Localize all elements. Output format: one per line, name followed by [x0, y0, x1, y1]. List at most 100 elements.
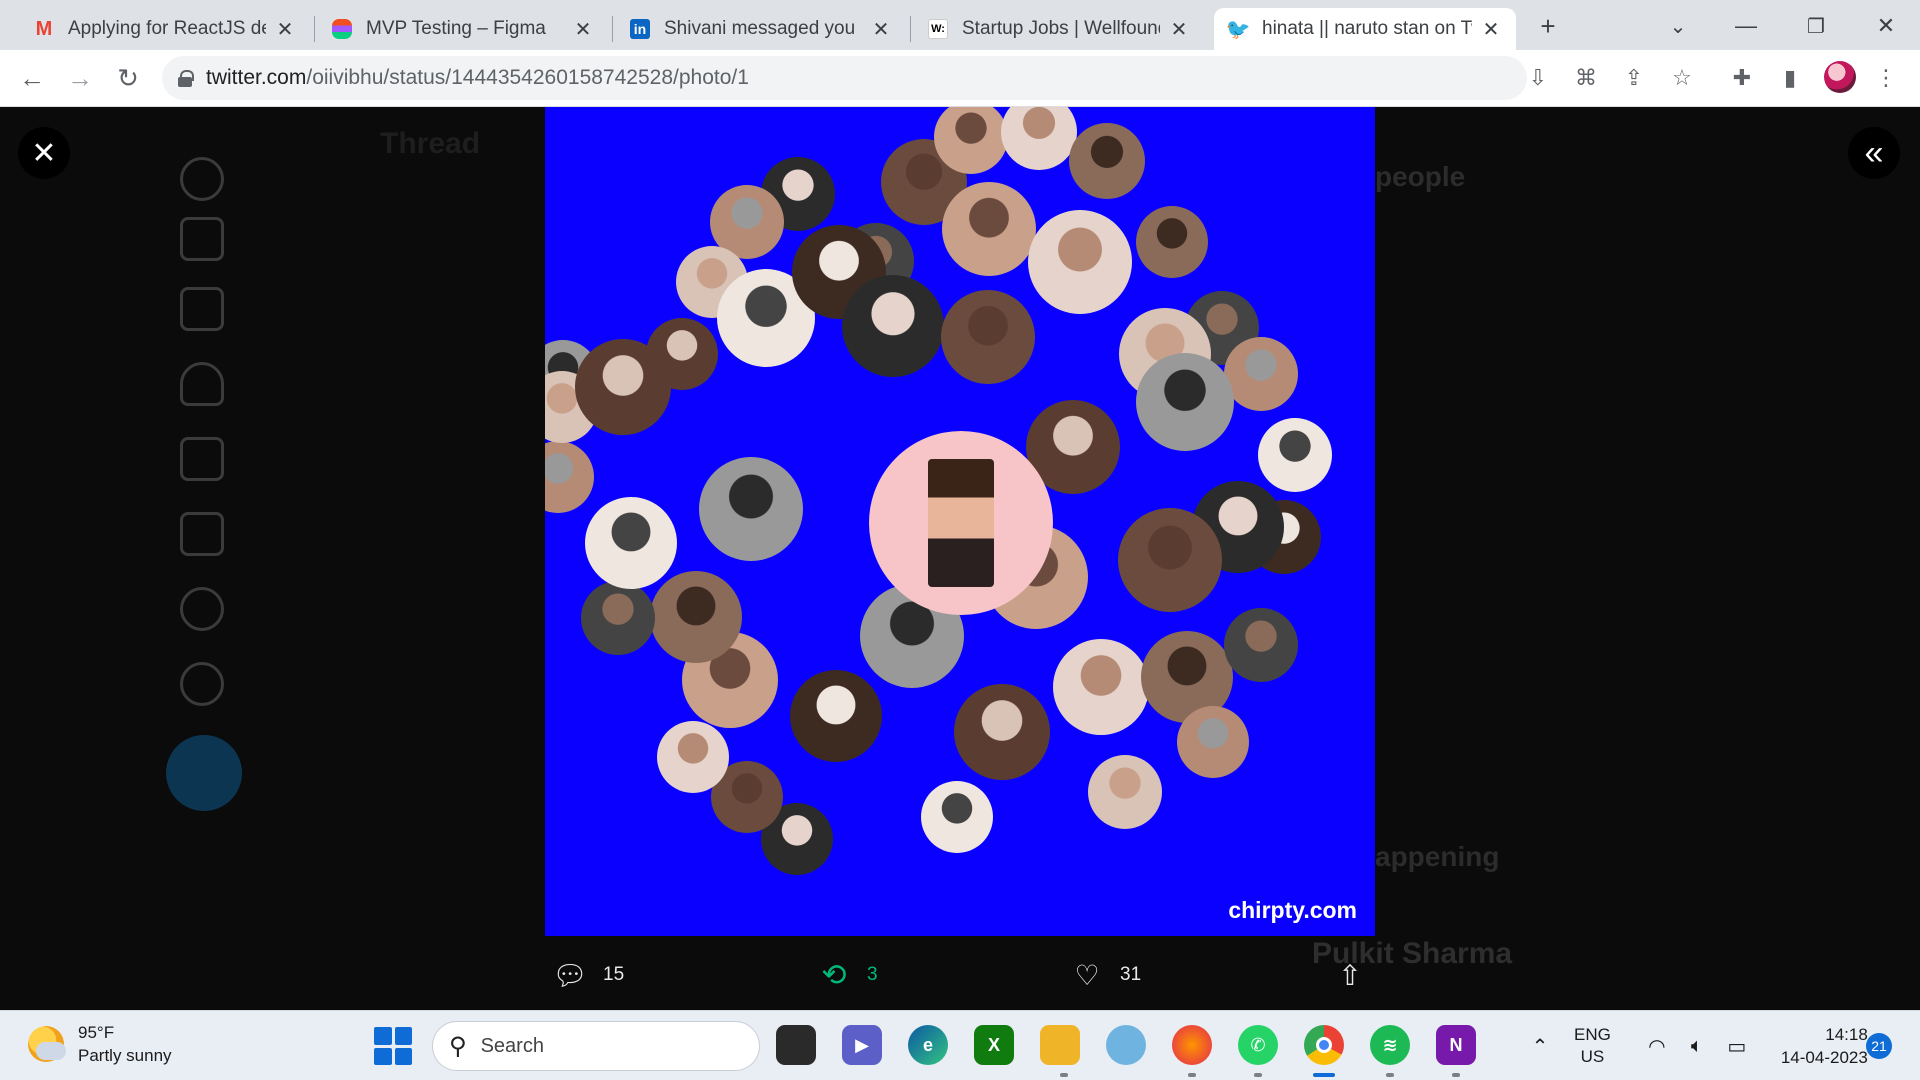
reply-button[interactable]: 💬︎ 15 [552, 950, 624, 1000]
forward-button[interactable]: → [62, 60, 98, 96]
spotify-icon[interactable]: ≋ [1370, 1025, 1410, 1065]
taskbar-search[interactable]: ⚲ Search [432, 1021, 760, 1071]
running-indicator [1452, 1073, 1460, 1077]
avatar-bubble [585, 497, 677, 589]
volume-icon[interactable]: 🔈︎ [1683, 1032, 1711, 1060]
avatar-bubble [790, 670, 882, 762]
bg-thread-title: Thread [380, 127, 481, 160]
battery-icon[interactable]: ▭ [1723, 1032, 1751, 1060]
search-placeholder: Search [480, 1034, 544, 1057]
language-indicator[interactable]: ENG US [1574, 1024, 1611, 1068]
whatsapp-icon[interactable]: ✆ [1238, 1025, 1278, 1065]
tab-separator [612, 16, 613, 42]
xbox-icon[interactable]: X [974, 1025, 1014, 1065]
tab-gmail[interactable]: M Applying for ReactJS deve ✕ [20, 8, 310, 50]
file-explorer-icon[interactable] [1040, 1025, 1080, 1065]
onenote-icon[interactable]: N [1436, 1025, 1476, 1065]
restore-button[interactable]: ❐ [1798, 8, 1834, 44]
close-icon[interactable]: ✕ [274, 18, 296, 41]
close-icon[interactable]: ✕ [1168, 18, 1190, 41]
tab-title: hinata || naruto stan on Tw [1262, 18, 1472, 39]
avatar-bubble [1258, 418, 1332, 492]
wifi-icon[interactable]: ◠ [1643, 1032, 1671, 1060]
side-panel-icon[interactable]: ▮ [1772, 60, 1808, 96]
share-page-icon[interactable]: ⇪ [1616, 60, 1652, 96]
tweet-photo[interactable]: chirpty.com [545, 107, 1375, 936]
heart-icon: ♡ [1074, 959, 1100, 991]
chrome-icon[interactable] [1304, 1025, 1344, 1065]
firefox-icon[interactable] [1172, 1025, 1212, 1065]
weather-desc: Partly sunny [78, 1046, 172, 1065]
alarms-icon[interactable] [1106, 1025, 1146, 1065]
tab-wellfound[interactable]: W: Startup Jobs | Wellfound ( ✕ [914, 8, 1204, 50]
task-view-icon[interactable] [776, 1025, 816, 1065]
close-icon[interactable]: ✕ [1480, 18, 1502, 41]
avatar-bubble [1069, 123, 1145, 199]
like-count: 31 [1120, 964, 1142, 985]
wellfound-icon: W: [928, 19, 948, 39]
expand-sidebar-button[interactable]: « [1848, 127, 1900, 179]
lock-icon[interactable] [178, 70, 194, 87]
extensions-icon[interactable]: ✚ [1724, 60, 1760, 96]
window-close-button[interactable]: ✕ [1868, 8, 1904, 44]
more-icon [180, 662, 224, 706]
avatar-bubble [699, 457, 803, 561]
tweet-actions: 💬︎ 15 ⟲ 3 ♡ 31 [545, 950, 1375, 1000]
avatar-bubble [921, 781, 993, 853]
reload-button[interactable]: ↻ [110, 60, 146, 96]
twitter-logo-icon [180, 157, 224, 201]
bookmark-star-icon[interactable]: ☆ [1664, 60, 1700, 96]
start-button[interactable] [374, 1027, 412, 1065]
weather-widget[interactable]: 95°F Partly sunny [28, 1021, 172, 1067]
install-app-icon[interactable]: ⇩ [1520, 60, 1556, 96]
tab-figma[interactable]: MVP Testing – Figma ✕ [318, 8, 608, 50]
clock[interactable]: 14:18 14-04-2023 [1781, 1023, 1868, 1069]
windows-logo-tile [394, 1027, 412, 1045]
share-button[interactable]: ⇧ [1330, 950, 1370, 1000]
like-button[interactable]: ♡ 31 [1070, 950, 1141, 1000]
double-chevron-left-icon: « [1864, 133, 1884, 172]
close-icon[interactable]: ✕ [870, 18, 892, 41]
center-avatar [869, 431, 1053, 615]
avatar-bubble [575, 339, 671, 435]
retweet-count: 3 [867, 964, 878, 985]
tab-linkedin[interactable]: in Shivani messaged you ✕ [616, 8, 906, 50]
tab-twitter[interactable]: 🐦 hinata || naruto stan on Tw ✕ [1214, 8, 1516, 50]
tab-search-chevron-icon[interactable]: ⌄ [1660, 8, 1696, 44]
back-button[interactable]: ← [14, 60, 50, 96]
running-indicator [1060, 1073, 1068, 1077]
reply-icon: 💬︎ [552, 959, 588, 991]
avatar-bubble [1028, 210, 1132, 314]
close-icon: ✕ [31, 136, 57, 170]
address-bar[interactable]: twitter.com/oiivibhu/status/144435426015… [162, 56, 1527, 100]
tab-title: Applying for ReactJS deve [68, 18, 266, 39]
close-icon[interactable]: ✕ [572, 18, 594, 41]
avatar-bubble [954, 684, 1050, 780]
home-icon [180, 217, 224, 261]
close-viewer-button[interactable]: ✕ [18, 127, 70, 179]
running-indicator-active [1313, 1073, 1335, 1077]
minimize-button[interactable]: — [1728, 8, 1764, 44]
clock-date: 14-04-2023 [1780, 1048, 1868, 1067]
tab-separator [910, 16, 911, 42]
partly-sunny-icon [28, 1026, 66, 1062]
hashtag-icon [180, 287, 224, 331]
lang-top: ENG [1574, 1025, 1611, 1044]
system-tray: ⌃ ENG US ◠ 🔈︎ ▭ 14:18 14-04-2023 [1520, 1021, 1868, 1071]
avatar-bubble [942, 182, 1036, 276]
retweet-button[interactable]: ⟲ 3 [817, 950, 878, 1000]
new-tab-button[interactable]: + [1530, 8, 1566, 44]
profile-avatar[interactable] [1824, 61, 1856, 93]
edge-icon[interactable]: e [908, 1025, 948, 1065]
avatar-bubble [581, 581, 655, 655]
retweet-icon: ⟲ [821, 958, 847, 992]
avatar-bubble [1224, 337, 1298, 411]
teams-chat-icon[interactable]: ▶ [842, 1025, 882, 1065]
translate-icon[interactable]: ⌘ [1568, 60, 1604, 96]
lang-bottom: US [1580, 1047, 1605, 1066]
windows-logo-tile [374, 1047, 392, 1065]
chevron-up-icon[interactable]: ⌃ [1526, 1032, 1554, 1060]
search-icon: ⚲ [449, 1032, 467, 1060]
notification-badge[interactable]: 21 [1866, 1033, 1892, 1059]
browser-menu-icon[interactable]: ⋮ [1868, 60, 1904, 96]
